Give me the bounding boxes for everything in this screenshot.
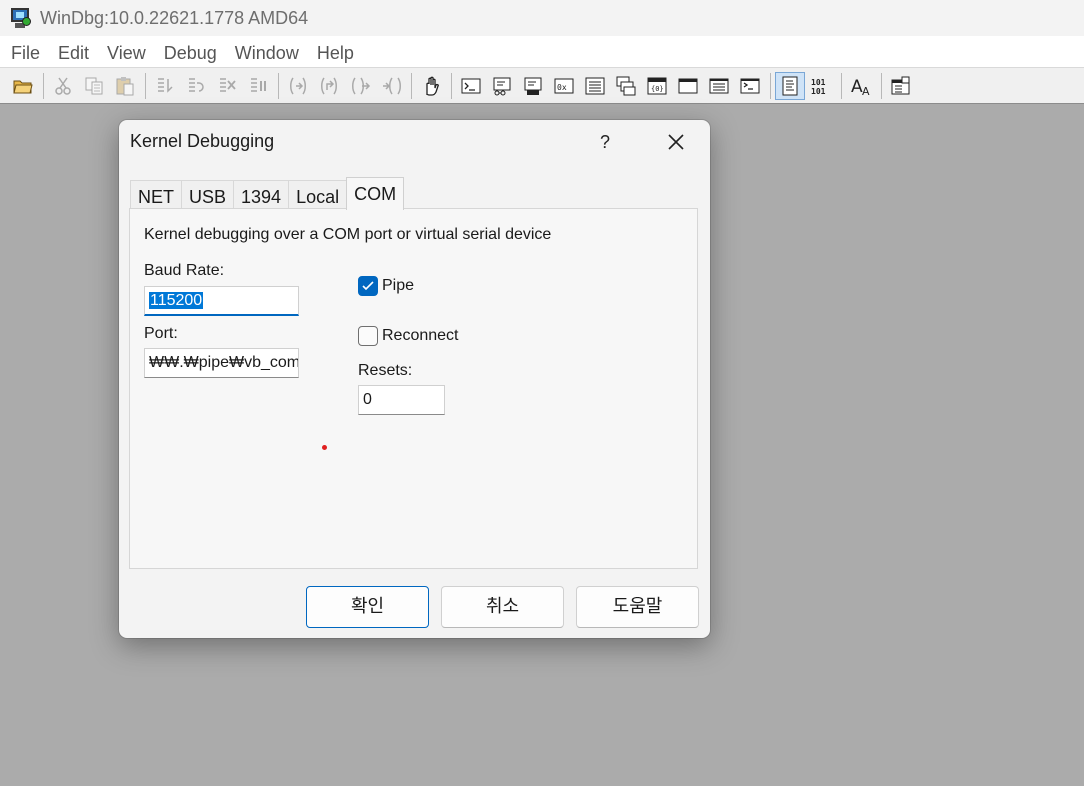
watch-window-icon[interactable] [487, 72, 517, 100]
com-description: Kernel debugging over a COM port or virt… [144, 226, 552, 243]
menu-window[interactable]: Window [226, 36, 308, 68]
cut-icon[interactable] [48, 72, 78, 100]
menu-file[interactable]: File [2, 36, 49, 68]
baud-rate-input[interactable]: 115200 [144, 286, 299, 316]
checkmark-icon [362, 281, 374, 291]
svg-text:0x: 0x [557, 83, 567, 92]
port-input[interactable]: ₩₩.₩pipe₩vb_com [144, 348, 299, 378]
cancel-button[interactable]: 취소 [441, 586, 564, 628]
svg-text:101: 101 [811, 78, 826, 87]
source-mode-icon[interactable] [775, 71, 805, 100]
step-over-icon[interactable] [314, 72, 344, 100]
step-into-icon[interactable] [283, 72, 313, 100]
help-button[interactable]: 도움말 [576, 586, 699, 628]
font-icon[interactable]: AA [846, 72, 876, 100]
close-icon[interactable] [656, 124, 696, 160]
step-out-icon[interactable] [345, 72, 375, 100]
registers-window-icon[interactable]: 0x [549, 72, 579, 100]
window-title: WinDbg:10.0.22621.1778 AMD64 [40, 7, 309, 28]
disassembly-icon[interactable]: {0} [642, 72, 672, 100]
dialog-help-button[interactable]: ? [585, 124, 625, 160]
open-folder-icon[interactable] [8, 72, 38, 100]
tab-net[interactable]: NET [130, 180, 182, 210]
toolbar-separator [278, 72, 279, 99]
com-tab-panel: Kernel debugging over a COM port or virt… [129, 208, 698, 569]
go-icon[interactable] [150, 72, 180, 100]
tab-usb[interactable]: USB [181, 180, 235, 210]
toolbar-separator [145, 72, 146, 99]
stop-debugging-icon[interactable] [212, 72, 242, 100]
kernel-debugging-dialog: Kernel Debugging ? NET USB 1394 Local CO… [119, 120, 710, 638]
scratch-pad-icon[interactable] [673, 72, 703, 100]
menu-help[interactable]: Help [308, 36, 363, 68]
command-browser-icon[interactable] [735, 72, 765, 100]
reconnect-label: Reconnect [382, 327, 459, 344]
processes-threads-icon[interactable] [704, 72, 734, 100]
cursor-dot [322, 445, 327, 450]
binary-mode-icon[interactable]: 101 101 [806, 72, 836, 100]
menu-debug[interactable]: Debug [155, 36, 226, 68]
toolbar-separator [43, 72, 44, 99]
paste-icon[interactable] [110, 72, 140, 100]
toolbar-separator [841, 72, 842, 99]
menu-edit[interactable]: Edit [49, 36, 98, 68]
locals-window-icon[interactable] [518, 72, 548, 100]
toolbar-separator [411, 72, 412, 99]
resets-input[interactable]: 0 [358, 385, 445, 415]
run-to-cursor-icon[interactable] [376, 72, 406, 100]
break-icon[interactable] [243, 72, 273, 100]
pipe-label: Pipe [382, 277, 415, 294]
copy-icon[interactable] [79, 72, 109, 100]
baud-rate-value: 115200 [149, 292, 204, 309]
tab-local[interactable]: Local [288, 180, 348, 210]
title-bar: WinDbg:10.0.22621.1778 AMD64 [0, 0, 1084, 36]
tab-1394[interactable]: 1394 [233, 180, 290, 210]
toolbar-separator [770, 72, 771, 99]
menu-bar: File Edit View Debug Window Help [0, 36, 1084, 68]
port-label: Port: [144, 325, 178, 342]
svg-text:101: 101 [811, 87, 826, 96]
dialog-title: Kernel Debugging [130, 131, 275, 151]
toolbar-separator [881, 72, 882, 99]
restart-icon[interactable] [181, 72, 211, 100]
source-mode-hand-icon[interactable] [416, 72, 446, 100]
baud-rate-label: Baud Rate: [144, 262, 225, 279]
tab-strip: NET USB 1394 Local COM [130, 177, 405, 210]
toolbar-separator [451, 72, 452, 99]
call-stack-icon[interactable] [611, 72, 641, 100]
command-window-icon[interactable] [456, 72, 486, 100]
svg-text:{0}: {0} [651, 85, 664, 93]
toolbar: 0x {0} 101 101 AA [0, 68, 1084, 104]
menu-view[interactable]: View [98, 36, 155, 68]
tab-com[interactable]: COM [346, 177, 405, 210]
reconnect-checkbox[interactable] [358, 326, 378, 346]
resets-label: Resets: [358, 362, 413, 379]
ok-button[interactable]: 확인 [306, 586, 429, 628]
svg-text:A: A [862, 85, 870, 97]
windbg-app-icon[interactable] [10, 7, 32, 29]
pipe-checkbox[interactable] [358, 276, 378, 296]
memory-window-icon[interactable] [580, 72, 610, 100]
options-icon[interactable] [886, 72, 916, 100]
